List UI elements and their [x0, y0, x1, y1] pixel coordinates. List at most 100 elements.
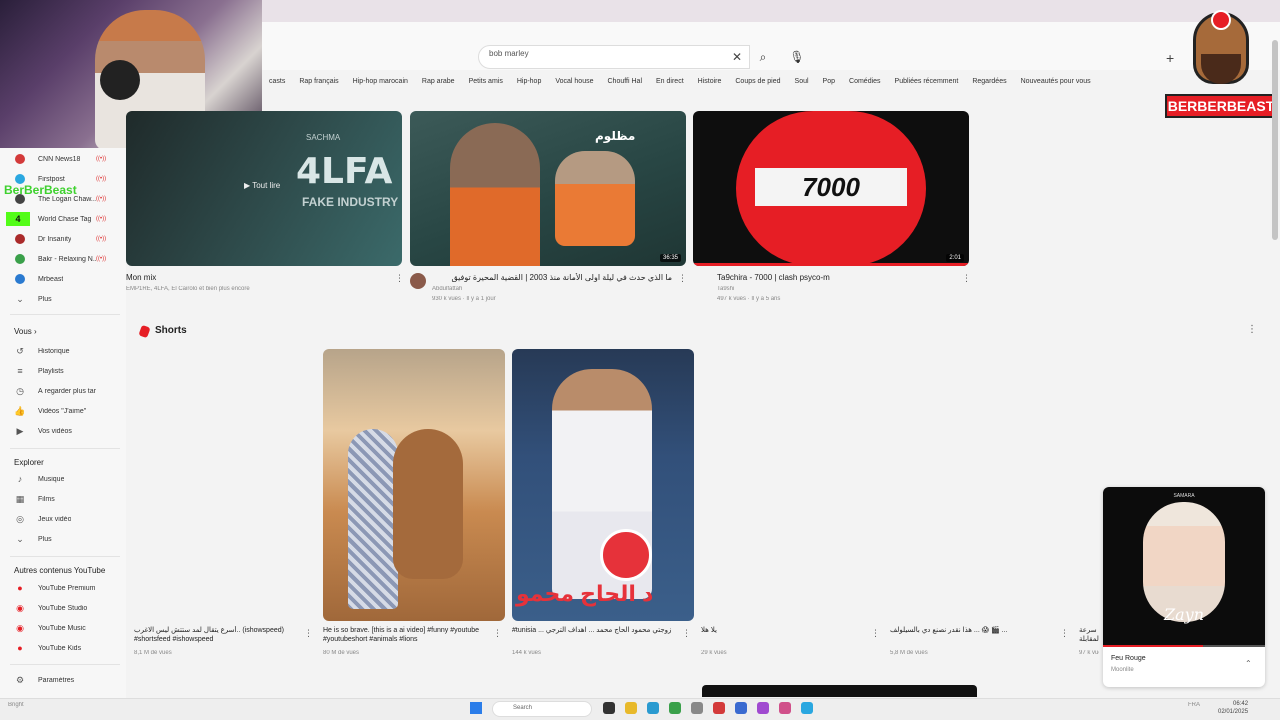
filter-chips: casts Rap français Hip-hop marocain Rap ara… [262, 76, 1098, 94]
clear-search-icon[interactable]: ✕ [732, 50, 742, 64]
more-options-icon[interactable]: ⋮ [682, 628, 691, 639]
subscription-item[interactable]: Mrbeast [0, 270, 126, 288]
filter-chip[interactable]: Histoire [691, 76, 729, 94]
video-thumbnail[interactable]: 7000 2:01 [693, 111, 969, 266]
sidebar-item-more-subs[interactable]: ⌄ Plus [0, 290, 126, 308]
app-icon[interactable] [713, 702, 725, 714]
more-options-icon[interactable]: ⋮ [962, 273, 971, 284]
file-explorer-icon[interactable] [625, 702, 637, 714]
filter-chip[interactable]: Hip-hop marocain [346, 76, 415, 94]
filter-chip[interactable]: Chouffi Hal [601, 76, 650, 94]
short-thumbnail[interactable] [323, 349, 505, 621]
search-input[interactable]: bob marley [478, 45, 750, 69]
chevron-up-icon[interactable]: ⌃ [1245, 659, 1252, 668]
live-icon: ((•)) [96, 216, 107, 222]
taskview-icon[interactable] [603, 702, 615, 714]
channel-avatar [15, 154, 25, 164]
channel-avatar [15, 274, 25, 284]
short-title[interactable]: أسرع يتقال لمد ستتش ليس الاغرب.. (ishows… [134, 626, 299, 644]
sidebar-item[interactable]: ≡ Playlists [0, 362, 126, 380]
channel-avatar[interactable] [410, 273, 426, 289]
windows-start-icon[interactable] [470, 702, 482, 714]
filter-chip[interactable]: Comédies [842, 76, 888, 94]
filter-chip[interactable]: casts [262, 76, 292, 94]
sidebar-section-you[interactable]: Vous › [14, 327, 37, 336]
sidebar-item[interactable]: ↺ Historique [0, 342, 126, 360]
app-icon[interactable] [735, 702, 747, 714]
divider [10, 664, 120, 665]
sidebar-item[interactable]: ◷ À regarder plus tard [0, 382, 126, 400]
taskbar-language[interactable]: FRA [1188, 702, 1210, 708]
filter-chip[interactable]: Rap français [292, 76, 345, 94]
video-meta: 497 k vues · Il y a 5 ans [717, 296, 781, 302]
more-options-icon[interactable]: ⋮ [871, 628, 880, 639]
filter-chip[interactable]: Rap arabe [415, 76, 462, 94]
video-channel[interactable]: Abdulfattah [432, 286, 672, 292]
video-thumbnail[interactable]: مظلوم 36:35 [410, 111, 686, 266]
sidebar-item[interactable]: ♪ Musique [0, 470, 126, 488]
more-options-icon[interactable]: ⋮ [395, 273, 404, 284]
short-title[interactable]: #tunisia ... زوجتي محمود الحاج محمد ... … [512, 626, 677, 644]
sidebar-item[interactable]: ▦ Films [0, 490, 126, 508]
sidebar-item[interactable]: ◉ YouTube Music [0, 619, 126, 637]
taskbar-weather[interactable]: Bright [8, 702, 48, 708]
short-title[interactable]: سرعة المقابلة [1079, 626, 1099, 644]
video-title[interactable]: Mon mix [126, 273, 386, 282]
microphone-icon[interactable]: 🎙 [786, 46, 808, 68]
video-meta: 930 k vues · Il y a 1 jour [432, 296, 496, 302]
sidebar-item[interactable]: ● YouTube Kids [0, 639, 126, 657]
scrollbar[interactable] [1272, 40, 1278, 240]
filter-chip[interactable]: Coups de pied [728, 76, 787, 94]
video-channel[interactable]: Ta9shi [717, 286, 957, 292]
channel-avatar [15, 234, 25, 244]
more-options-icon[interactable]: ⋮ [493, 628, 502, 639]
chrome-icon[interactable] [669, 702, 681, 714]
subscription-item[interactable]: Dr Insanity ((•)) [0, 230, 126, 248]
subscription-item[interactable]: CNN News18 ((•)) [0, 150, 126, 168]
subscription-item[interactable]: Bakr - Relaxing N... ((•)) [0, 250, 126, 268]
sidebar-item[interactable]: ▶ Vos vidéos [0, 422, 126, 440]
short-title[interactable]: He is so brave. [this is a ai video] #fu… [323, 626, 488, 644]
more-options-icon[interactable]: ⋮ [678, 273, 687, 284]
watch-progress [693, 263, 969, 266]
more-options-icon[interactable]: ⋮ [304, 628, 313, 639]
kick-badge: 4 [6, 212, 30, 226]
sidebar-item[interactable]: ◎ Jeux vidéo [0, 510, 126, 528]
short-title[interactable]: يلا هلا [701, 626, 866, 644]
shorts-icon [138, 324, 151, 339]
sidebar-item[interactable]: 👍 Vidéos "J'aime" [0, 402, 126, 420]
more-options-icon[interactable]: ⋮ [1060, 628, 1069, 639]
app-icon[interactable] [779, 702, 791, 714]
edge-icon[interactable] [647, 702, 659, 714]
short-title[interactable]: هذا نقدر نصنع دي بالسيلولف ... 😱 🎬 ... [890, 626, 1055, 644]
filter-chip[interactable]: Petits amis [462, 76, 510, 94]
filter-chip[interactable]: En direct [649, 76, 691, 94]
mini-player-title: Feu Rouge [1111, 655, 1146, 662]
video-title[interactable]: Ta9chira - 7000 | clash psyco-m [717, 273, 957, 282]
sidebar-item[interactable]: ● YouTube Premium [0, 579, 126, 597]
video-title[interactable]: ما الذي حدث في ليلة اولى الأمانة منذ 200… [432, 273, 672, 282]
taskbar-search[interactable]: Search [492, 701, 592, 717]
video-thumbnail-mix[interactable]: SACHMA 4LFA FAKE INDUSTRY ▶ Tout lire [126, 111, 402, 266]
mini-player[interactable]: SAMARA Zayn Feu Rouge Moonlite ⌃ [1103, 487, 1265, 687]
filter-chip[interactable]: Hip-hop [510, 76, 549, 94]
filter-chip[interactable]: Publiées récemment [888, 76, 966, 94]
youtube-music-icon: ◉ [16, 623, 24, 633]
app-icon[interactable] [691, 702, 703, 714]
filter-chip[interactable]: Regardées [965, 76, 1013, 94]
filter-chip[interactable]: Soul [788, 76, 816, 94]
sidebar-item-settings[interactable]: ⚙ Paramètres [0, 671, 126, 689]
taskbar-clock[interactable]: 06:42 02/01/2025 [1218, 700, 1248, 716]
play-all-overlay[interactable]: ▶ Tout lire [244, 181, 280, 190]
search-icon[interactable]: ⌕ [752, 46, 774, 68]
short-thumbnail[interactable]: د الحاج محمو [512, 349, 694, 621]
sidebar-item[interactable]: ⌄ Plus [0, 530, 126, 548]
filter-chip[interactable]: Vocal house [548, 76, 600, 94]
sidebar-item[interactable]: ◉ YouTube Studio [0, 599, 126, 617]
app-icon[interactable] [801, 702, 813, 714]
more-options-icon[interactable]: ⋮ [1247, 324, 1257, 335]
app-icon[interactable] [757, 702, 769, 714]
filter-chip[interactable]: Pop [816, 76, 842, 94]
filter-chip[interactable]: Nouveautés pour vous [1014, 76, 1098, 94]
sidebar-section-explore: Explorer [14, 458, 44, 467]
